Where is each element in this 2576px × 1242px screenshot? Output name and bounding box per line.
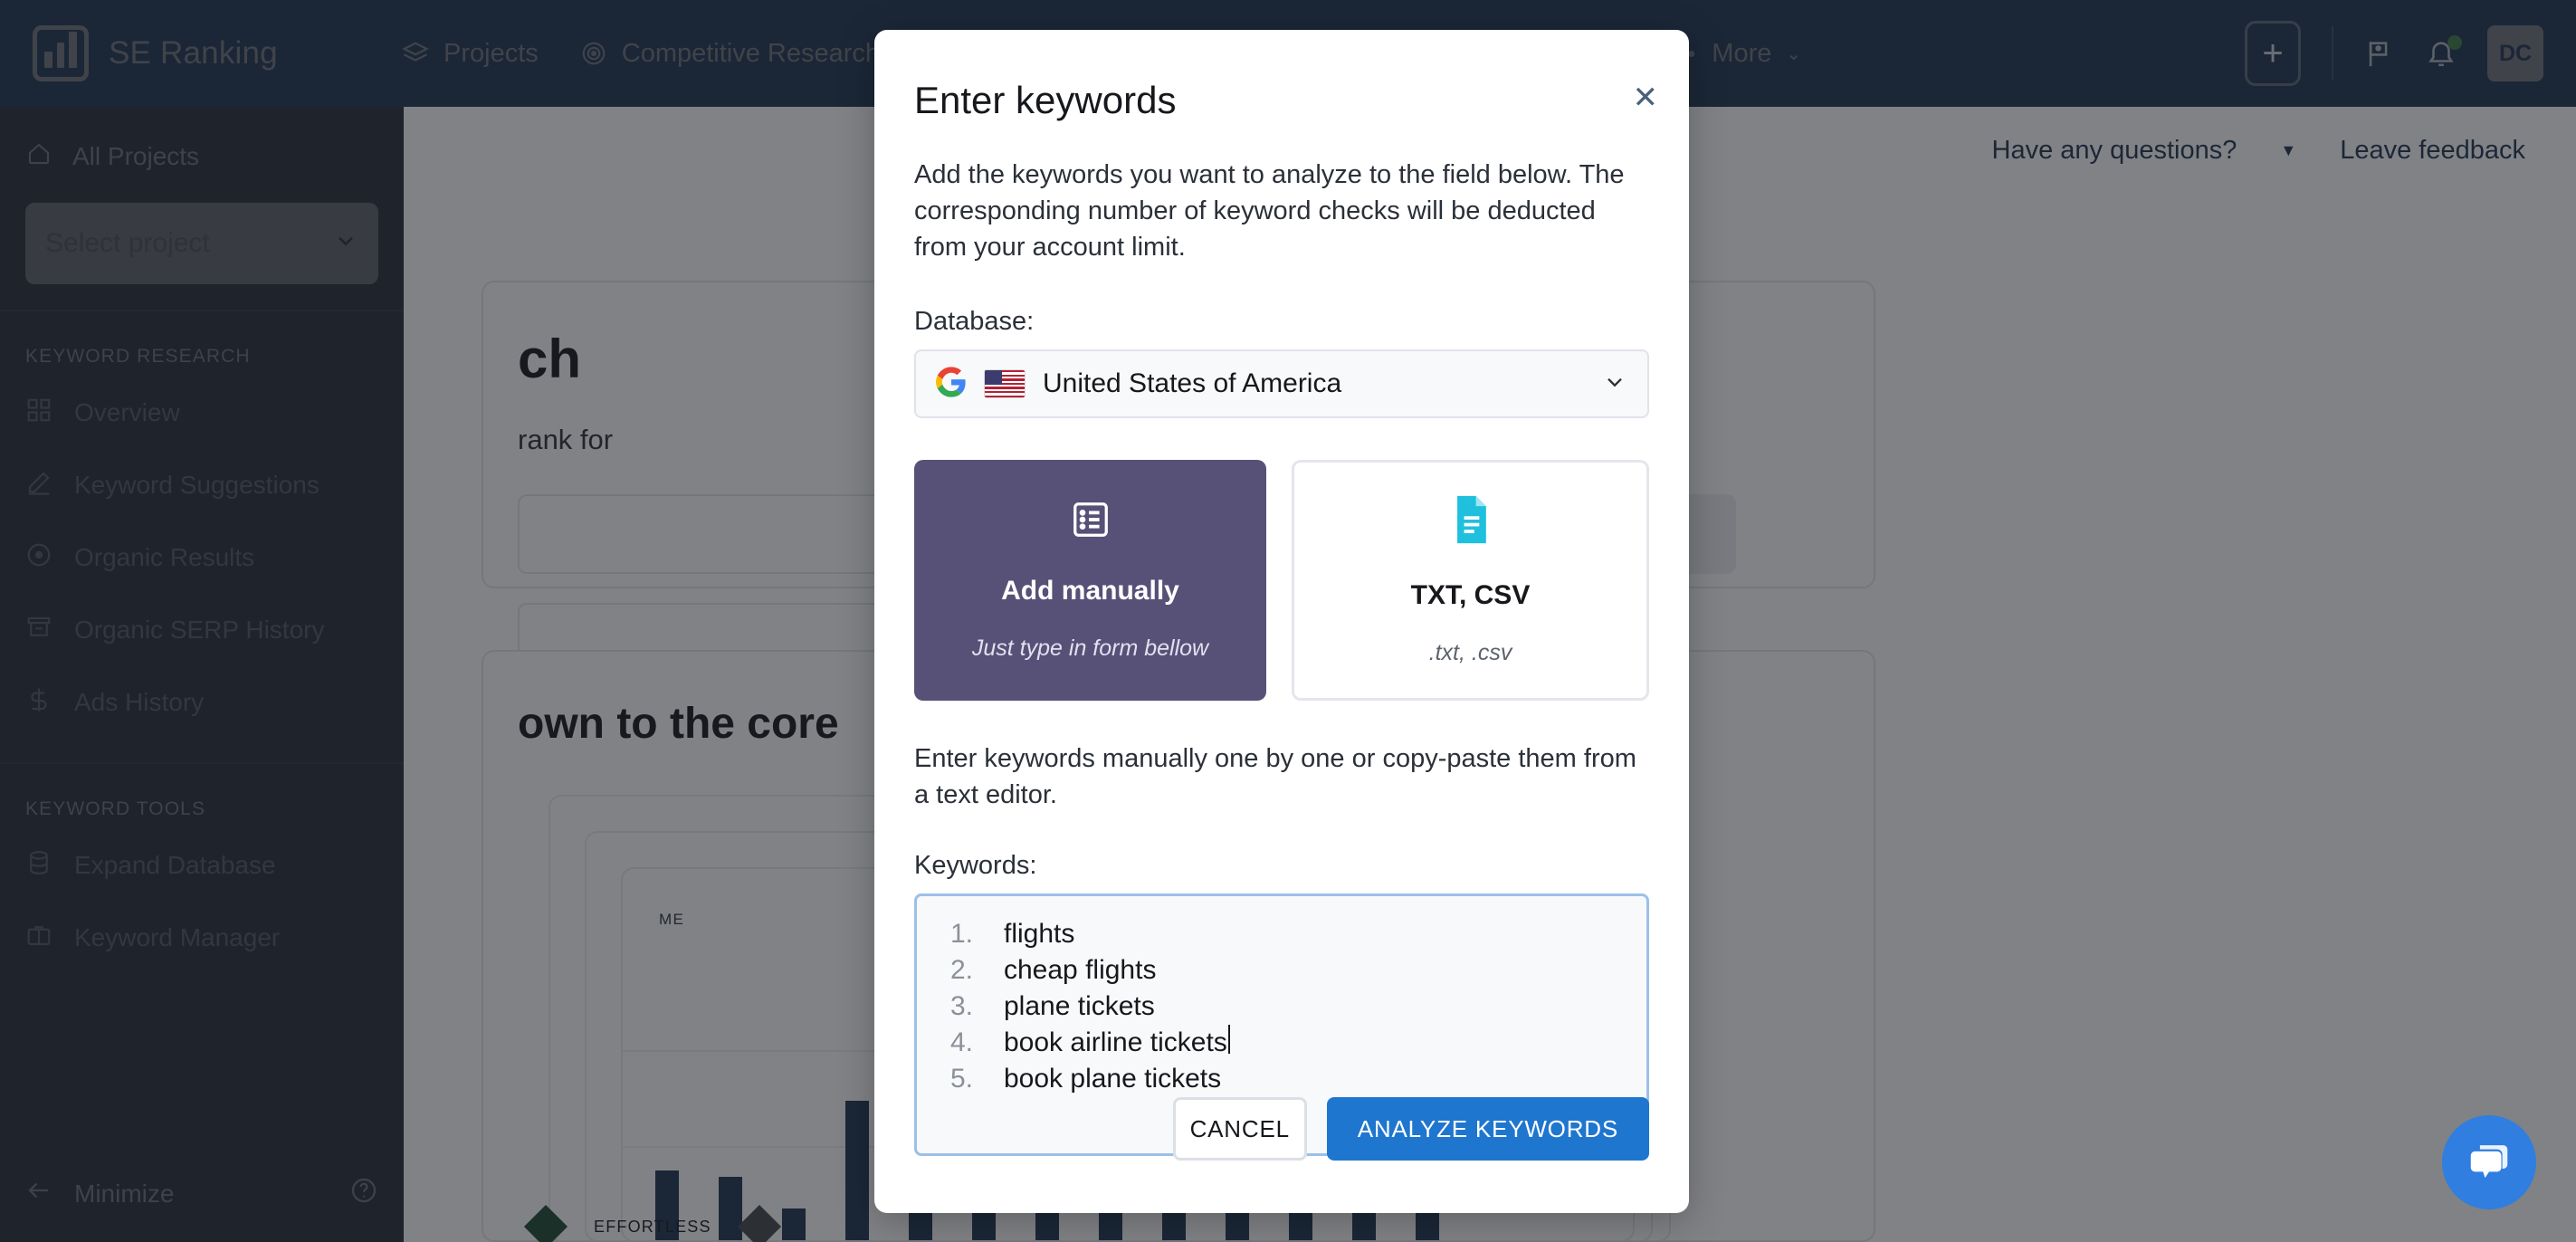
modal-hint: Enter keywords manually one by one or co… [914,744,1636,810]
keywords-label: Keywords: [914,851,1037,881]
keyword-text: cheap flights [1004,954,1157,985]
analyze-keywords-button[interactable]: ANALYZE KEYWORDS [1326,1097,1649,1161]
choice-subtitle: Just type in form bellow [971,635,1209,662]
choice-subtitle: .txt, .csv [1428,640,1512,666]
keyword-number: 4. [949,1027,973,1057]
keywords-list: 1. flights 2. cheap flights 3. plane tickets 4… [926,916,1637,1096]
keyword-row: 3. plane tickets [926,989,1637,1025]
database-label: Database: [914,307,1035,337]
file-document-icon [1450,494,1492,549]
cancel-button[interactable]: CANCEL [1172,1097,1307,1161]
keyword-text: plane tickets [1004,990,1155,1021]
modal-description: Add the keywords you want to analyze to … [914,160,1625,263]
keyword-row: 2. cheap flights [926,952,1637,989]
keyword-row: 4. book airline tickets [926,1024,1637,1061]
keyword-number: 5. [949,1063,973,1094]
keyword-text: book airline tickets [1004,1027,1227,1057]
us-flag-icon [985,370,1025,398]
input-method-choices: Add manually Just type in form bellow TX… [914,460,1649,702]
keyword-number: 1. [949,919,973,950]
database-select[interactable]: United States of America [914,349,1649,419]
close-icon[interactable]: ✕ [1633,82,1659,113]
choice-add-manually[interactable]: Add manually Just type in form bellow [914,460,1266,702]
app-root: SE Ranking Projects Competitive Research [0,0,2576,1242]
chat-bubble-icon [2465,1136,2514,1189]
chat-support-button[interactable] [2442,1115,2536,1209]
keyword-text: book plane tickets [1004,1063,1222,1094]
choice-title: Add manually [1001,576,1179,607]
enter-keywords-modal: ✕ Enter keywords Add the keywords you wa… [874,30,1689,1213]
keyword-text: flights [1004,919,1075,950]
google-icon [936,366,967,402]
modal-title: Enter keywords [914,79,1177,121]
keyword-number: 3. [949,990,973,1021]
keyword-row: 1. flights [926,916,1637,952]
list-box-icon [1070,499,1111,545]
keyword-row: 5. book plane tickets [926,1061,1637,1097]
chevron-down-icon [1602,368,1627,400]
database-value: United States of America [1043,368,1342,399]
modal-footer-actions: CANCEL ANALYZE KEYWORDS [1172,1097,1649,1161]
choice-title: TXT, CSV [1410,580,1531,611]
text-cursor [1227,1024,1230,1054]
keyword-number: 2. [949,954,973,985]
choice-txt-csv[interactable]: TXT, CSV .txt, .csv [1292,460,1649,702]
